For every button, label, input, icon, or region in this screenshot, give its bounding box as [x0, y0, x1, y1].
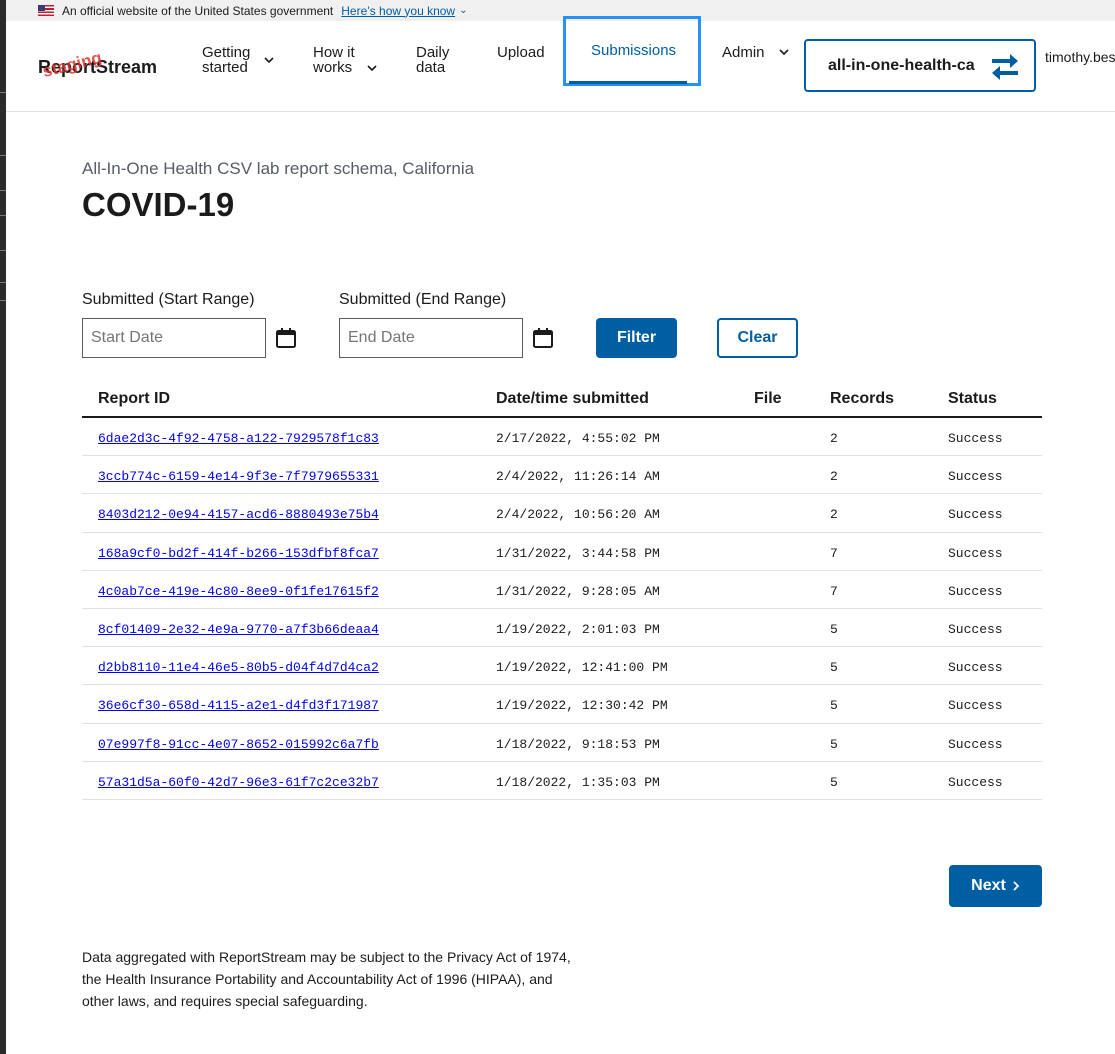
- report-id-link[interactable]: 57a31d5a-60f0-42d7-96e3-61f7c2ce32b7: [98, 775, 379, 790]
- organization-switcher-button[interactable]: all-in-one-health-ca: [804, 39, 1036, 92]
- column-header-records[interactable]: Records: [830, 390, 894, 408]
- end-date-input[interactable]: [339, 318, 523, 358]
- nav-how-it-works-label: How it works: [313, 44, 355, 76]
- report-id-link[interactable]: 07e997f8-91cc-4e07-8652-015992c6a7fb: [98, 737, 379, 752]
- report-id-link[interactable]: 6dae2d3c-4f92-4758-a122-7929578f1c83: [98, 431, 379, 446]
- user-menu[interactable]: timothy.bes: [1045, 49, 1115, 65]
- date-submitted-cell: 1/19/2022, 2:01:03 PM: [496, 621, 660, 637]
- table-body: 6dae2d3c-4f92-4758-a122-7929578f1c83 2/17…: [82, 418, 1042, 800]
- swap-arrows-icon: [992, 54, 1018, 80]
- window-edge: [0, 0, 6, 1054]
- status-cell: Success: [948, 583, 1003, 599]
- column-header-file[interactable]: File: [754, 390, 782, 408]
- calendar-icon[interactable]: [275, 327, 297, 349]
- records-cell: 5: [830, 736, 838, 752]
- records-cell: 7: [830, 583, 838, 599]
- nav-upload[interactable]: Upload: [497, 45, 545, 60]
- report-id-link[interactable]: 36e6cf30-658d-4115-a2e1-d4fd3f171987: [98, 698, 379, 713]
- next-page-button[interactable]: Next: [949, 865, 1042, 907]
- chevron-right-icon: [1013, 881, 1020, 891]
- column-header-date[interactable]: Date/time submitted: [496, 390, 649, 408]
- date-submitted-cell: 2/4/2022, 10:56:20 AM: [496, 507, 660, 523]
- date-submitted-cell: 2/4/2022, 11:26:14 AM: [496, 469, 660, 485]
- records-cell: 5: [830, 698, 838, 714]
- report-id-link[interactable]: 3ccb774c-6159-4e14-9f3e-7f7979655331: [98, 469, 379, 484]
- date-submitted-cell: 1/18/2022, 9:18:53 PM: [496, 736, 660, 752]
- nav-upload-label: Upload: [497, 44, 545, 61]
- report-id-link[interactable]: d2bb8110-11e4-46e5-80b5-d04f4d7d4ca2: [98, 660, 379, 675]
- page-subtitle: All-In-One Health CSV lab report schema,…: [82, 159, 475, 178]
- chevron-down-icon[interactable]: [779, 48, 789, 56]
- table-row: 3ccb774c-6159-4e14-9f3e-7f7979655331 2/4/…: [82, 456, 1042, 495]
- table-row: 8cf01409-2e32-4e9a-9770-a7f3b66deaa4 1/19…: [82, 609, 1042, 648]
- column-header-status[interactable]: Status: [948, 390, 997, 408]
- submissions-table: Report ID Date/time submitted File Recor…: [82, 380, 1042, 800]
- table-row: 168a9cf0-bd2f-414f-b266-153dfbf8fca7 1/31…: [82, 533, 1042, 571]
- site-header: ReportStream staging Getting started How…: [6, 16, 1115, 112]
- nav-how-it-works[interactable]: How it works: [313, 45, 359, 75]
- status-cell: Success: [948, 774, 1003, 790]
- calendar-icon[interactable]: [532, 327, 554, 349]
- end-date-label: Submitted (End Range): [339, 291, 507, 308]
- nav-getting-started[interactable]: Getting started: [202, 45, 262, 75]
- status-cell: Success: [948, 431, 1003, 446]
- nav-admin-label: Admin: [722, 44, 765, 61]
- records-cell: 2: [830, 507, 838, 523]
- report-id-link[interactable]: 8cf01409-2e32-4e9a-9770-a7f3b66deaa4: [98, 622, 379, 637]
- status-cell: Success: [948, 545, 1003, 561]
- column-header-report-id[interactable]: Report ID: [98, 390, 170, 408]
- date-submitted-cell: 1/18/2022, 1:35:03 PM: [496, 774, 660, 790]
- clear-button[interactable]: Clear: [717, 318, 798, 358]
- date-submitted-cell: 1/31/2022, 9:28:05 AM: [496, 583, 660, 599]
- chevron-down-icon[interactable]: [367, 64, 377, 72]
- status-cell: Success: [948, 621, 1003, 637]
- table-row: 57a31d5a-60f0-42d7-96e3-61f7c2ce32b7 1/18…: [82, 762, 1042, 800]
- status-cell: Success: [948, 660, 1003, 676]
- table-row: 6dae2d3c-4f92-4758-a122-7929578f1c83 2/17…: [82, 418, 1042, 457]
- nav-admin[interactable]: Admin: [722, 45, 765, 60]
- status-cell: Success: [948, 736, 1003, 752]
- date-submitted-cell: 1/19/2022, 12:30:42 PM: [496, 698, 668, 714]
- gov-banner: An official website of the United States…: [6, 0, 1115, 21]
- table-row: 8403d212-0e94-4157-acd6-8880493e75b4 2/4/…: [82, 494, 1042, 533]
- us-flag-icon: [38, 5, 54, 16]
- date-submitted-cell: 1/19/2022, 12:41:00 PM: [496, 660, 668, 676]
- table-row: d2bb8110-11e4-46e5-80b5-d04f4d7d4ca2 1/19…: [82, 647, 1042, 686]
- status-cell: Success: [948, 469, 1003, 485]
- report-id-link[interactable]: 4c0ab7ce-419e-4c80-8ee9-0f1fe17615f2: [98, 584, 379, 599]
- date-submitted-cell: 1/31/2022, 3:44:58 PM: [496, 545, 660, 561]
- status-cell: Success: [948, 507, 1003, 523]
- date-submitted-cell: 2/17/2022, 4:55:02 PM: [496, 431, 660, 446]
- privacy-notice: Data aggregated with ReportStream may be…: [82, 949, 571, 1009]
- records-cell: 2: [830, 431, 838, 446]
- nav-active-indicator: [569, 81, 687, 84]
- records-cell: 2: [830, 469, 838, 485]
- start-date-label: Submitted (Start Range): [82, 291, 255, 308]
- report-id-link[interactable]: 8403d212-0e94-4157-acd6-8880493e75b4: [98, 507, 379, 522]
- gov-banner-text: An official website of the United States…: [62, 3, 334, 18]
- chevron-down-icon[interactable]: [264, 56, 274, 64]
- next-page-label: Next: [971, 877, 1006, 894]
- organization-name: all-in-one-health-ca: [828, 56, 975, 74]
- records-cell: 5: [830, 774, 838, 790]
- report-id-link[interactable]: 168a9cf0-bd2f-414f-b266-153dfbf8fca7: [98, 546, 379, 561]
- nav-daily-data-label: Daily data: [416, 44, 450, 76]
- records-cell: 5: [830, 621, 838, 637]
- nav-getting-started-label: Getting started: [202, 44, 251, 76]
- page-title: COVID-19: [82, 186, 235, 223]
- status-cell: Success: [948, 698, 1003, 714]
- nav-submissions[interactable]: Submissions: [591, 43, 676, 58]
- nav-daily-data[interactable]: Daily data: [416, 45, 456, 75]
- table-header-row: Report ID Date/time submitted File Recor…: [82, 380, 1042, 418]
- start-date-input[interactable]: [82, 318, 266, 358]
- gov-banner-link[interactable]: Here’s how you know: [341, 4, 455, 18]
- filter-button[interactable]: Filter: [596, 318, 677, 358]
- table-row: 36e6cf30-658d-4115-a2e1-d4fd3f171987 1/19…: [82, 685, 1042, 724]
- table-row: 07e997f8-91cc-4e07-8652-015992c6a7fb 1/18…: [82, 724, 1042, 762]
- table-row: 4c0ab7ce-419e-4c80-8ee9-0f1fe17615f2 1/31…: [82, 571, 1042, 609]
- records-cell: 5: [830, 660, 838, 676]
- records-cell: 7: [830, 545, 838, 561]
- chevron-down-icon[interactable]: ⌄: [459, 5, 467, 16]
